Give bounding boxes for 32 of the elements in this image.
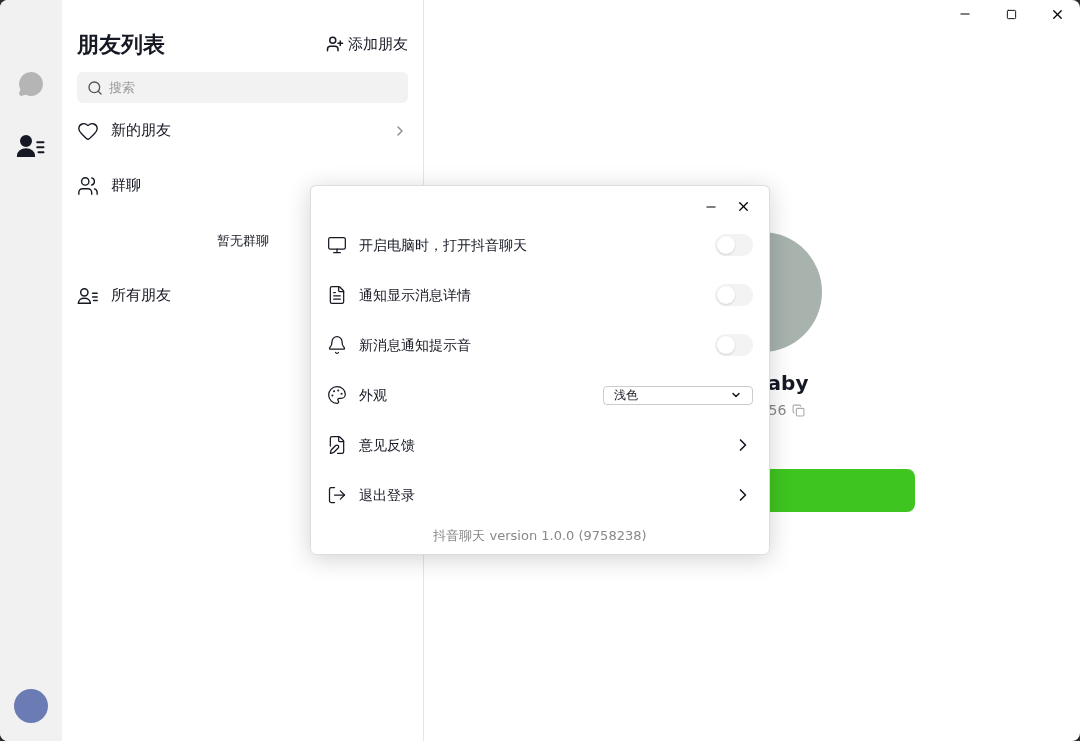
edit-note-icon bbox=[327, 435, 347, 455]
toggle-switch[interactable] bbox=[715, 234, 753, 256]
version-text: 抖音聊天 version 1.0.0 (9758238) bbox=[433, 527, 647, 545]
add-user-icon bbox=[326, 35, 344, 53]
empty-message: 暂无群聊 bbox=[216, 231, 269, 250]
document-icon bbox=[327, 285, 347, 305]
friend-category-item[interactable]: 新的朋友 bbox=[77, 103, 408, 158]
add-friend-button[interactable]: 添加朋友 bbox=[326, 32, 408, 56]
settings-row[interactable]: 开启电脑时，打开抖音聊天 bbox=[327, 220, 753, 270]
search-icon bbox=[87, 80, 103, 96]
bell-icon bbox=[327, 335, 347, 355]
settings-row[interactable]: 意见反馈 bbox=[327, 420, 753, 470]
settings-row[interactable]: 通知显示消息详情 bbox=[327, 270, 753, 320]
palette-icon bbox=[327, 385, 347, 405]
settings-row[interactable]: 退出登录 bbox=[327, 470, 753, 520]
avatar[interactable] bbox=[14, 689, 48, 723]
panel-title: 朋友列表 bbox=[77, 30, 165, 59]
settings-row[interactable]: 外观 浅色 bbox=[327, 370, 753, 420]
logout-icon bbox=[327, 485, 347, 505]
profile-id: 56 bbox=[768, 401, 787, 420]
maximize-icon bbox=[1005, 8, 1017, 20]
settings-row[interactable]: 新消息通知提示音 bbox=[327, 320, 753, 370]
profile-name: aby bbox=[767, 370, 809, 397]
toggle-switch[interactable] bbox=[715, 284, 753, 306]
copy-icon bbox=[792, 404, 806, 417]
group-icon bbox=[77, 174, 99, 197]
search-field[interactable]: 搜索 bbox=[77, 72, 408, 103]
monitor-icon bbox=[327, 235, 347, 255]
friend-category-item[interactable]: 群聊 bbox=[77, 158, 408, 213]
chat-bubble-icon bbox=[18, 71, 44, 97]
appearance-select[interactable]: 浅色 bbox=[603, 385, 753, 405]
toggle-switch[interactable] bbox=[715, 334, 753, 356]
